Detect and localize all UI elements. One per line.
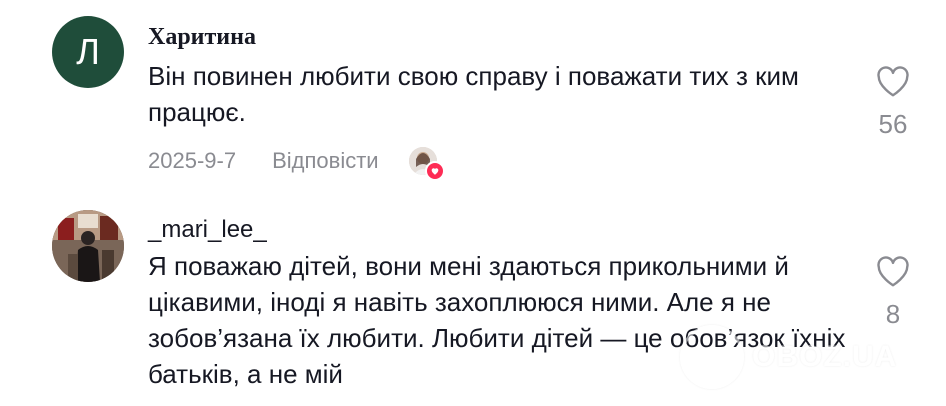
like-heart-icon[interactable] (875, 256, 911, 292)
like-heart-icon[interactable] (875, 66, 911, 102)
avatar-photo (52, 210, 124, 282)
heart-badge-icon (424, 161, 445, 181)
reply-button[interactable]: Відповісти (272, 148, 379, 174)
comment-item: Л Харитина Він повинен любити свою справ… (0, 0, 946, 190)
watermark-logo-icon (680, 325, 744, 389)
comment-meta: 2025-9-7 Відповісти (148, 146, 445, 181)
watermark: OBOZ.UA (680, 322, 940, 392)
avatar[interactable]: Л (52, 16, 124, 88)
like-count: 56 (878, 109, 908, 139)
comment-text: Він повинен любити свою справу і поважат… (148, 61, 799, 127)
avatar-letter: Л (76, 31, 100, 72)
avatar[interactable] (52, 210, 124, 282)
comment-username[interactable]: Харитина (148, 24, 256, 51)
like-column: 56 (866, 64, 920, 140)
creator-liked-avatar (408, 147, 445, 181)
comment-date: 2025-9-7 (148, 148, 237, 173)
like-column: 8 (866, 254, 920, 330)
comment-username[interactable]: _mari_lee_ (148, 216, 267, 244)
watermark-text: OBOZ.UA (752, 340, 898, 373)
